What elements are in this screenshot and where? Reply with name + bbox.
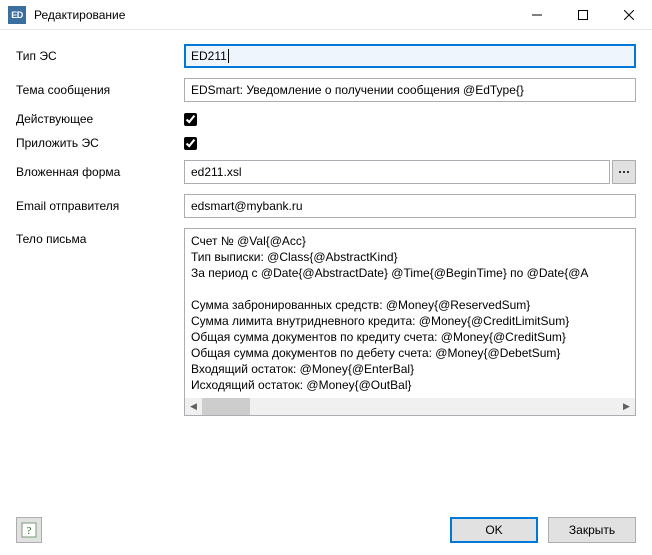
ellipsis-icon bbox=[618, 170, 630, 174]
window-controls bbox=[514, 0, 652, 29]
email-input[interactable] bbox=[184, 194, 636, 218]
label-subject: Тема сообщения bbox=[16, 83, 176, 97]
app-icon: ED bbox=[8, 6, 26, 24]
label-attach: Приложить ЭС bbox=[16, 136, 176, 150]
scroll-left-button[interactable]: ◀ bbox=[185, 398, 202, 415]
subject-input[interactable] bbox=[184, 78, 636, 102]
title-bar: ED Редактирование bbox=[0, 0, 652, 30]
text-caret bbox=[228, 49, 229, 63]
label-email: Email отправителя bbox=[16, 199, 176, 213]
horizontal-scrollbar[interactable]: ◀ ▶ bbox=[185, 398, 635, 415]
type-input-value: ED211 bbox=[191, 49, 227, 63]
scroll-track[interactable] bbox=[202, 398, 618, 415]
body-field: ◀ ▶ bbox=[184, 228, 636, 416]
body-textarea[interactable] bbox=[185, 229, 635, 398]
scroll-right-button[interactable]: ▶ bbox=[618, 398, 635, 415]
label-form: Вложенная форма bbox=[16, 165, 176, 179]
scroll-thumb[interactable] bbox=[202, 398, 250, 415]
attach-checkbox[interactable] bbox=[184, 137, 197, 150]
dialog-footer: ? OK Закрыть bbox=[16, 517, 636, 543]
minimize-button[interactable] bbox=[514, 0, 560, 29]
label-type: Тип ЭС bbox=[16, 49, 176, 63]
form-input[interactable] bbox=[184, 160, 610, 184]
active-checkbox[interactable] bbox=[184, 113, 197, 126]
label-active: Действующее bbox=[16, 112, 176, 126]
maximize-button[interactable] bbox=[560, 0, 606, 29]
close-button[interactable] bbox=[606, 0, 652, 29]
help-button[interactable]: ? bbox=[16, 517, 42, 543]
close-dialog-button[interactable]: Закрыть bbox=[548, 517, 636, 543]
window-title: Редактирование bbox=[34, 8, 514, 22]
type-input[interactable]: ED211 bbox=[184, 44, 636, 68]
svg-text:?: ? bbox=[27, 525, 32, 537]
browse-button[interactable] bbox=[612, 160, 636, 184]
ok-button[interactable]: OK bbox=[450, 517, 538, 543]
label-body: Тело письма bbox=[16, 228, 176, 246]
edit-form: Тип ЭС ED211 Тема сообщения Действующее … bbox=[16, 44, 636, 416]
help-icon: ? bbox=[21, 522, 37, 538]
